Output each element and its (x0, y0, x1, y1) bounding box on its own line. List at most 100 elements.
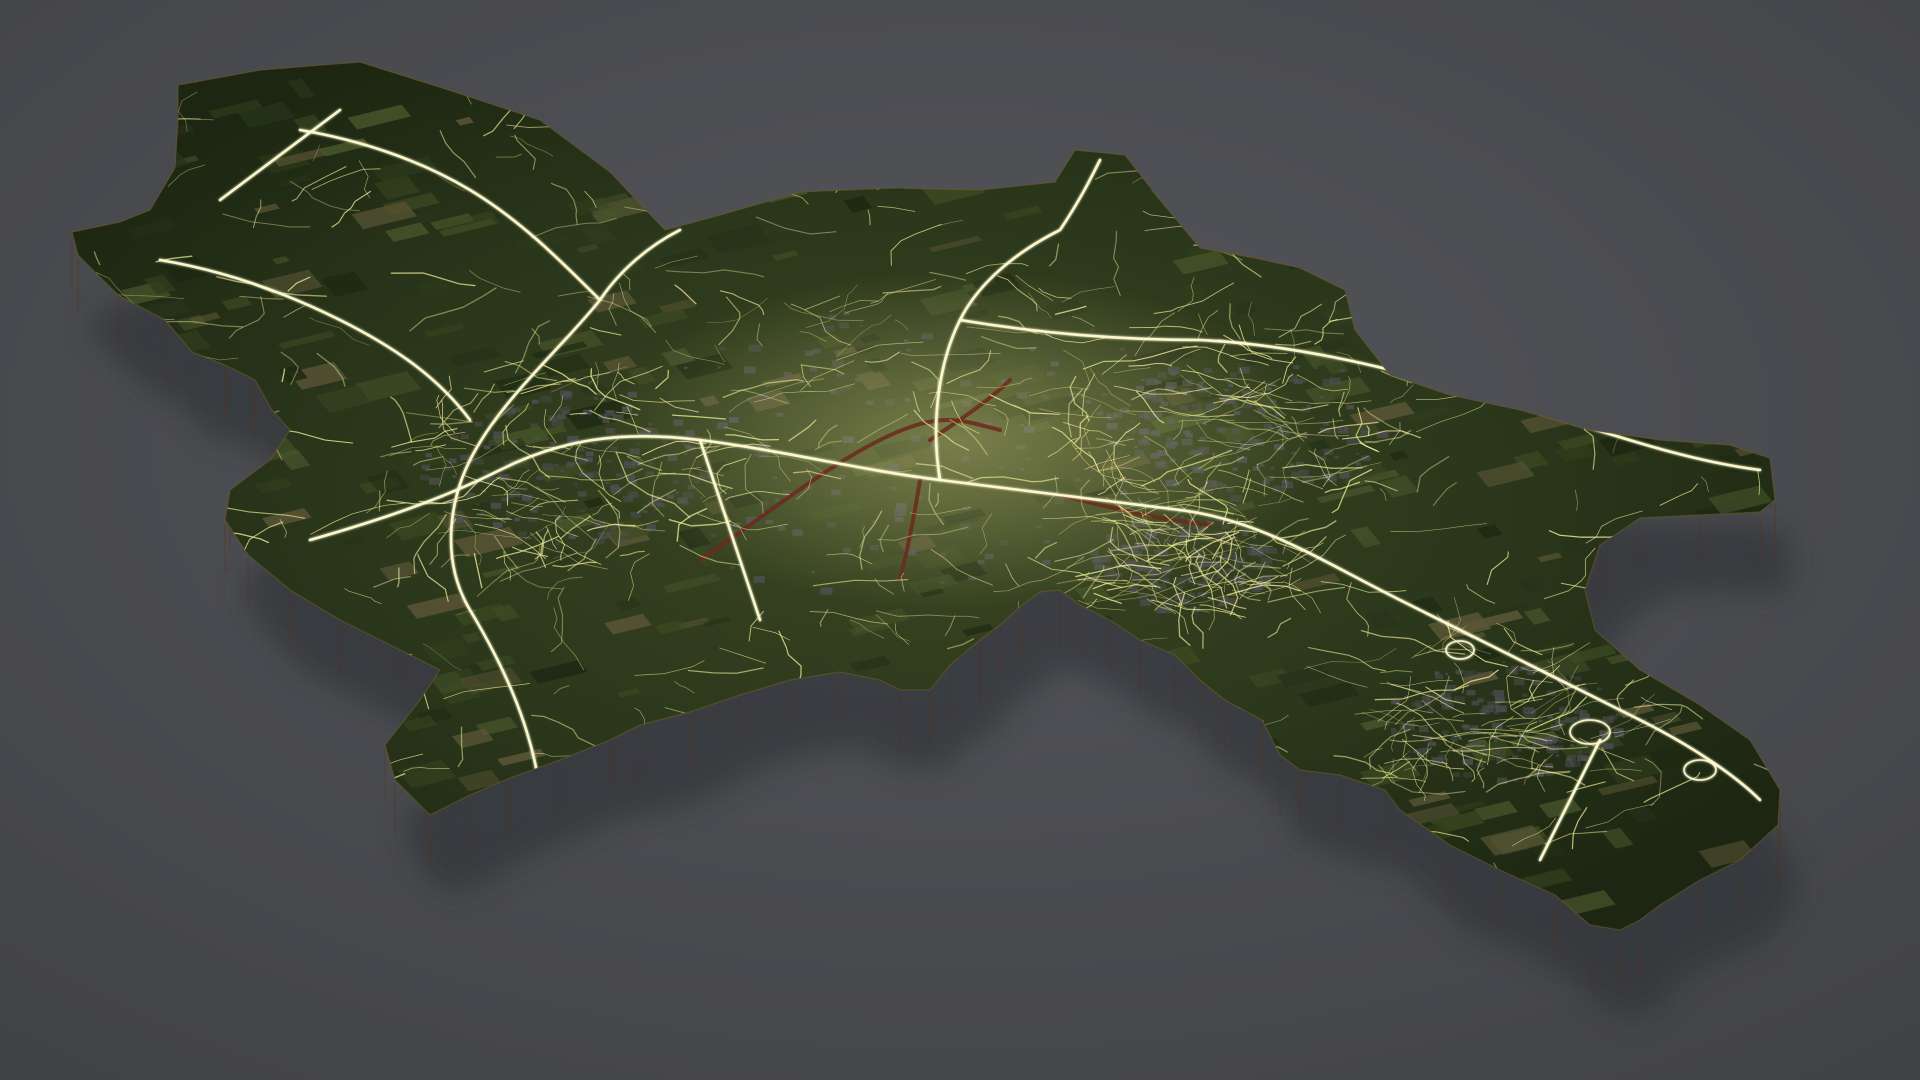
urban-block (1581, 757, 1587, 761)
urban-block (566, 461, 575, 467)
urban-block (621, 531, 629, 537)
urban-block (1407, 750, 1412, 753)
urban-block (421, 464, 430, 470)
urban-block (1502, 661, 1506, 664)
urban-block (474, 459, 484, 465)
urban-block (514, 517, 520, 522)
urban-block (1258, 554, 1263, 558)
urban-block (540, 395, 552, 403)
urban-block (1329, 377, 1341, 385)
urban-block (578, 491, 587, 497)
urban-block (592, 442, 598, 446)
urban-block (1466, 690, 1476, 696)
urban-block (429, 477, 441, 485)
urban-block (542, 463, 555, 471)
urban-block (1574, 676, 1582, 681)
urban-block (530, 423, 538, 428)
urban-block (1319, 395, 1325, 399)
urban-block (483, 445, 491, 450)
urban-block (1319, 456, 1327, 461)
urban-block (573, 483, 578, 486)
urban-block (508, 476, 513, 479)
urban-block (1260, 557, 1273, 565)
urban-block (491, 502, 502, 509)
urban-block (493, 522, 503, 528)
urban-block (605, 482, 610, 484)
urban-block (555, 542, 560, 546)
urban-block (569, 437, 574, 441)
urban-block (1558, 739, 1564, 743)
urban-block (425, 453, 432, 458)
urban-block (526, 500, 531, 503)
urban-block (568, 467, 572, 470)
urban-block (476, 503, 480, 506)
urban-block (1355, 462, 1362, 466)
urban-block (1603, 743, 1614, 750)
urban-block (1189, 592, 1193, 595)
urban-block (488, 439, 499, 446)
urban-block (474, 421, 483, 427)
urban-block (1491, 722, 1503, 730)
urban-block (1556, 754, 1560, 757)
urban-block (578, 460, 586, 465)
urban-block (1493, 690, 1504, 697)
urban-block (1217, 603, 1224, 607)
urban-block (1489, 692, 1495, 696)
urban-block (1266, 547, 1278, 554)
urban-block (1391, 727, 1396, 731)
urban-block (512, 439, 518, 444)
urban-block (511, 411, 516, 414)
urban-block (1475, 671, 1485, 677)
map-scene (0, 0, 1920, 1080)
urban-block (1452, 772, 1460, 777)
urban-block (1293, 365, 1300, 370)
urban-block (1517, 749, 1521, 752)
urban-block (449, 458, 457, 463)
urban-block (517, 531, 527, 537)
urban-block (585, 451, 594, 457)
urban-block (1463, 725, 1473, 731)
urban-block (525, 466, 530, 470)
urban-block (1464, 670, 1475, 678)
urban-block (536, 475, 544, 481)
urban-block (1419, 726, 1429, 733)
urban-block (601, 536, 607, 540)
urban-block (596, 392, 601, 396)
urban-block (554, 464, 559, 467)
urban-block (1522, 693, 1528, 697)
urban-block (1334, 455, 1340, 459)
urban-block (551, 419, 564, 427)
urban-block (609, 527, 616, 532)
urban-block (482, 470, 489, 474)
urban-block (1406, 756, 1411, 759)
urban-block (1463, 772, 1473, 778)
urban-block (1313, 366, 1319, 369)
urban-block (557, 414, 566, 420)
urban-block (1434, 671, 1440, 675)
urban-block (463, 524, 474, 531)
urban-block (1513, 679, 1525, 686)
urban-block (1381, 407, 1386, 410)
urban-block (420, 474, 430, 481)
urban-block (1445, 673, 1449, 675)
urban-block (1492, 750, 1500, 755)
urban-block (1346, 405, 1354, 410)
urban-block (1565, 761, 1575, 768)
urban-block (1570, 744, 1574, 747)
urban-block (1472, 725, 1479, 730)
urban-block (1565, 717, 1574, 723)
urban-block (1615, 713, 1621, 717)
urban-block (1355, 452, 1360, 455)
urban-block (459, 454, 470, 461)
urban-block (1569, 674, 1575, 678)
urban-block (1482, 705, 1495, 713)
urban-block (507, 414, 514, 419)
urban-block (1538, 719, 1543, 723)
urban-block (1613, 728, 1624, 735)
urban-block (1573, 716, 1578, 720)
urban-block (1493, 739, 1498, 742)
urban-block (461, 434, 470, 440)
urban-block (1428, 741, 1436, 747)
urban-block (486, 477, 496, 483)
urban-block (1339, 472, 1350, 479)
